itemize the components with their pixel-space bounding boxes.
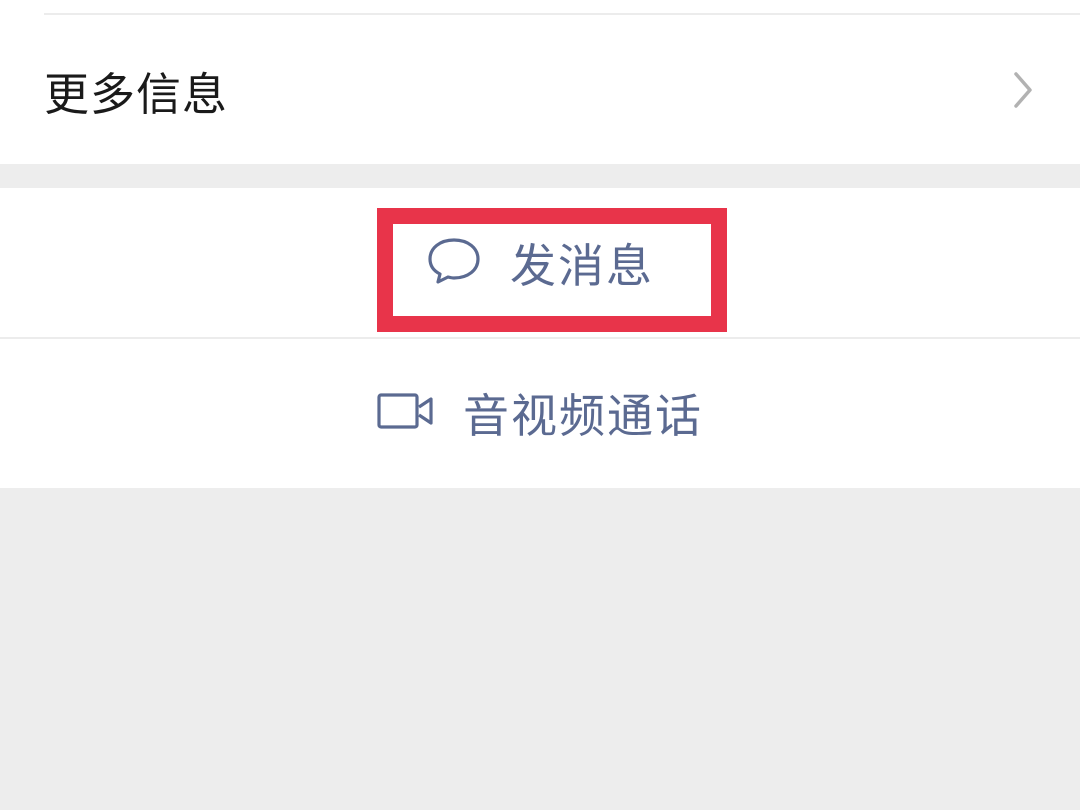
more-info-label: 更多信息 bbox=[44, 67, 229, 121]
divider bbox=[44, 13, 1080, 15]
av-call-label: 音视频通话 bbox=[463, 389, 703, 443]
more-info-section: 更多信息 bbox=[0, 0, 1080, 164]
av-call-button[interactable]: 音视频通话 bbox=[0, 338, 1080, 488]
video-camera-icon bbox=[377, 391, 435, 435]
chevron-right-icon bbox=[1012, 70, 1034, 110]
more-info-row[interactable]: 更多信息 bbox=[0, 16, 1080, 164]
highlight-box bbox=[377, 208, 727, 332]
section-gap bbox=[0, 164, 1080, 188]
